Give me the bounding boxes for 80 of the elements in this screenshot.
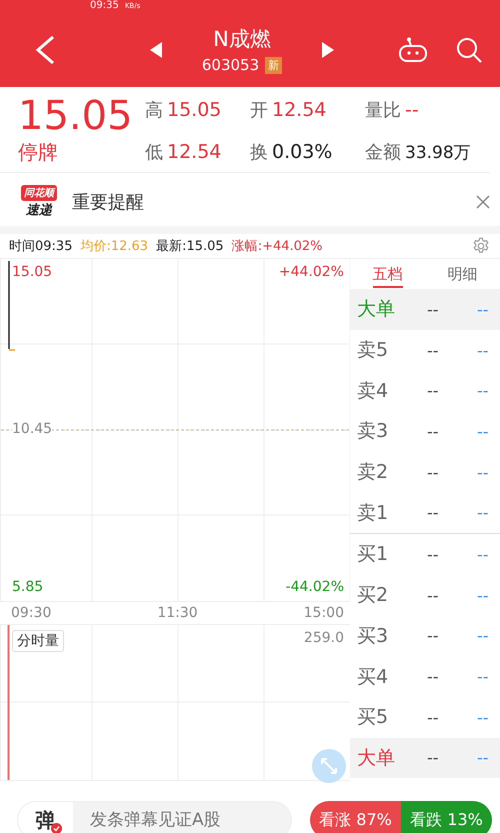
order-volume: -- [477,667,490,686]
stat-value: 33.98万 [405,142,471,164]
settings-icon[interactable] [472,237,490,255]
order-price: -- [427,544,440,564]
order-price: -- [427,462,440,482]
order-price: -- [427,381,440,400]
robot-icon[interactable] [398,36,428,62]
order-price: -- [427,586,440,605]
close-icon[interactable] [476,195,490,209]
info-text: 均价:12.63 [80,238,148,255]
order-label: 买5 [357,705,390,730]
order-label: 大单 [357,746,396,771]
back-icon[interactable] [34,34,56,64]
previous-icon[interactable] [150,42,162,58]
status-time: 09:35 [90,0,119,12]
info-text: 时间09:35 [9,238,72,255]
order-label: 买4 [357,664,390,690]
order-label: 买3 [357,624,390,649]
logo-bottom: 速递 [26,202,52,219]
stat-value: 15.05 [167,98,222,120]
order-price: -- [427,708,440,727]
order-volume: -- [477,300,490,319]
stat-value: 12.54 [167,140,222,162]
stat-value: 0.03% [272,140,332,162]
stat-label: 量比 [365,98,401,122]
current-price: 15.05 [18,93,134,139]
order-price: -- [427,503,440,522]
order-volume: -- [477,422,490,441]
high-limit-price: 15.05 [12,264,52,280]
order-label: 买1 [357,542,390,568]
order-label: 卖4 [357,378,390,404]
order-label: 卖3 [357,419,390,444]
low-limit-percent: -44.02% [286,579,344,595]
order-label: 卖2 [357,460,390,486]
order-volume: -- [477,748,490,768]
order-price: -- [427,300,440,319]
order-price: -- [427,667,440,686]
volume-button[interactable]: 分时量 [12,630,64,652]
info-text: 涨幅:+44.02% [232,238,323,255]
order-volume: -- [477,503,490,522]
info-text: 最新:15.05 [156,238,224,255]
order-volume: -- [477,462,490,482]
order-price: -- [427,422,440,441]
order-label: 卖5 [357,338,390,364]
new-badge: 新 [265,56,282,74]
next-icon[interactable] [322,42,334,58]
order-volume: -- [477,626,490,646]
order-volume: -- [477,340,490,360]
volume-max: 259.0 [304,630,344,646]
time-label: 09:30 [11,605,52,621]
order-book-tab[interactable]: 明细 [425,260,500,288]
stock-name: N成燃 [213,26,271,53]
time-label: 15:00 [304,605,344,621]
stat-label: 高 [145,98,163,122]
stock-code: 603053 [202,56,260,74]
order-label: 大单 [357,297,396,322]
stat-value: 12.54 [272,98,326,120]
order-price: -- [427,748,440,768]
bullish-button[interactable]: 看涨 87% [310,801,401,833]
bearish-button[interactable]: 看跌 13% [401,801,492,833]
time-label: 11:30 [157,605,198,621]
stat-value: -- [405,98,420,120]
order-label: 卖1 [357,500,390,526]
order-price: -- [427,340,440,360]
order-volume: -- [477,544,490,564]
order-price: -- [427,626,440,646]
search-icon[interactable] [456,36,482,62]
low-limit-price: 5.85 [12,579,44,595]
order-label: 买2 [357,583,390,608]
stat-label: 金额 [365,140,401,164]
high-limit-percent: +44.02% [278,264,344,280]
logo-top: 同花顺 [21,185,57,201]
stat-label: 低 [145,140,163,164]
banner-title[interactable]: 重要提醒 [72,190,476,214]
order-volume: -- [477,381,490,400]
trading-status: 停牌 [18,139,59,166]
order-volume: -- [477,708,490,727]
stat-label: 开 [250,98,268,122]
order-volume: -- [477,586,490,605]
stat-label: 换 [250,140,268,164]
